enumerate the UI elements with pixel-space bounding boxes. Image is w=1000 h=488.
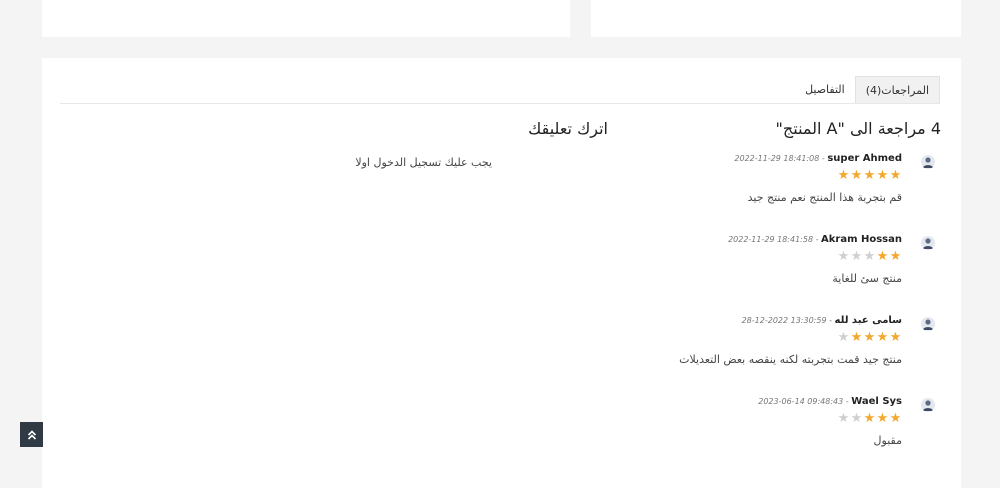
top-left-card xyxy=(42,0,570,37)
user-avatar-icon xyxy=(921,236,935,250)
star-filled-icon: ★ xyxy=(876,168,889,183)
star-filled-icon: ★ xyxy=(850,168,863,183)
tab-divider xyxy=(60,103,940,104)
review-meta: سامى عبد لله - 28-12-2022 13:30:59 xyxy=(742,315,902,326)
user-avatar-icon xyxy=(921,398,935,412)
review-item: Akram Hossan - 2022-11-29 18:41:58 ★ ★ ★ ★ ★ م… xyxy=(635,234,935,298)
date-separator: - xyxy=(813,235,822,244)
review-text: منتج سئ للغاية xyxy=(832,272,902,285)
login-required-note: يجب عليك تسجيل الدخول اولا xyxy=(355,156,492,169)
star-filled-icon: ★ xyxy=(876,249,889,264)
review-date: 2022-11-29 18:41:08 xyxy=(734,154,820,163)
rating-stars: ★ ★ ★ ★ ★ xyxy=(837,169,902,182)
reviews-heading: 4 مراجعة الى "A المنتج" xyxy=(775,119,941,138)
scroll-to-top-button[interactable] xyxy=(20,422,43,447)
reviewer-name: سامى عبد لله xyxy=(834,315,902,326)
star-empty-icon: ★ xyxy=(850,411,863,426)
reviewer-name: Wael Sys xyxy=(851,396,902,407)
star-filled-icon: ★ xyxy=(889,411,902,426)
double-chevron-up-icon xyxy=(27,428,37,441)
rating-stars: ★ ★ ★ ★ ★ xyxy=(837,412,902,425)
star-filled-icon: ★ xyxy=(850,330,863,345)
star-filled-icon: ★ xyxy=(863,411,876,426)
rating-stars: ★ ★ ★ ★ ★ xyxy=(837,250,902,263)
star-filled-icon: ★ xyxy=(863,330,876,345)
top-right-card xyxy=(591,0,961,37)
rating-stars: ★ ★ ★ ★ ★ xyxy=(837,331,902,344)
review-meta: super Ahmed - 2022-11-29 18:41:08 xyxy=(734,153,902,164)
leave-comment-heading: اترك تعليقك xyxy=(528,119,608,138)
tab-bar: التفاصيل المراجعات(4) xyxy=(795,76,940,103)
star-empty-icon: ★ xyxy=(850,249,863,264)
review-item: super Ahmed - 2022-11-29 18:41:08 ★ ★ ★ ★ ★ قم… xyxy=(635,153,935,217)
star-filled-icon: ★ xyxy=(876,330,889,345)
tab-reviews[interactable]: المراجعات(4) xyxy=(854,76,940,103)
tab-details[interactable]: التفاصيل xyxy=(795,76,855,103)
star-filled-icon: ★ xyxy=(889,168,902,183)
star-empty-icon: ★ xyxy=(863,249,876,264)
reviewer-name: Akram Hossan xyxy=(821,234,902,245)
date-separator: - xyxy=(826,316,835,325)
star-empty-icon: ★ xyxy=(837,249,850,264)
review-item: Wael Sys - 2023-06-14 09:48:43 ★ ★ ★ ★ ★ مقبول xyxy=(635,396,935,460)
user-avatar-icon xyxy=(921,317,935,331)
reviews-card: التفاصيل المراجعات(4) 4 مراجعة الى "A ال… xyxy=(42,58,961,488)
star-empty-icon: ★ xyxy=(837,330,850,345)
star-filled-icon: ★ xyxy=(889,330,902,345)
review-text: مقبول xyxy=(873,434,902,447)
review-item: سامى عبد لله - 28-12-2022 13:30:59 ★ ★ ★ ★ ★ م… xyxy=(635,315,935,379)
review-date: 2022-11-29 18:41:58 xyxy=(728,235,814,244)
user-avatar-icon xyxy=(921,155,935,169)
review-meta: Akram Hossan - 2022-11-29 18:41:58 xyxy=(728,234,902,245)
star-filled-icon: ★ xyxy=(863,168,876,183)
review-text: منتج جيد قمت بتجربته لكنه ينقصه بعض التع… xyxy=(679,353,902,366)
date-separator: - xyxy=(843,397,852,406)
star-empty-icon: ★ xyxy=(837,411,850,426)
review-date: 2023-06-14 09:48:43 xyxy=(758,397,844,406)
reviewer-name: super Ahmed xyxy=(827,153,902,164)
review-date: 28-12-2022 13:30:59 xyxy=(741,316,827,325)
star-filled-icon: ★ xyxy=(837,168,850,183)
star-filled-icon: ★ xyxy=(876,411,889,426)
star-filled-icon: ★ xyxy=(889,249,902,264)
review-meta: Wael Sys - 2023-06-14 09:48:43 xyxy=(758,396,902,407)
review-text: قم بتجربة هذا المنتج نعم منتج جيد xyxy=(747,191,902,204)
